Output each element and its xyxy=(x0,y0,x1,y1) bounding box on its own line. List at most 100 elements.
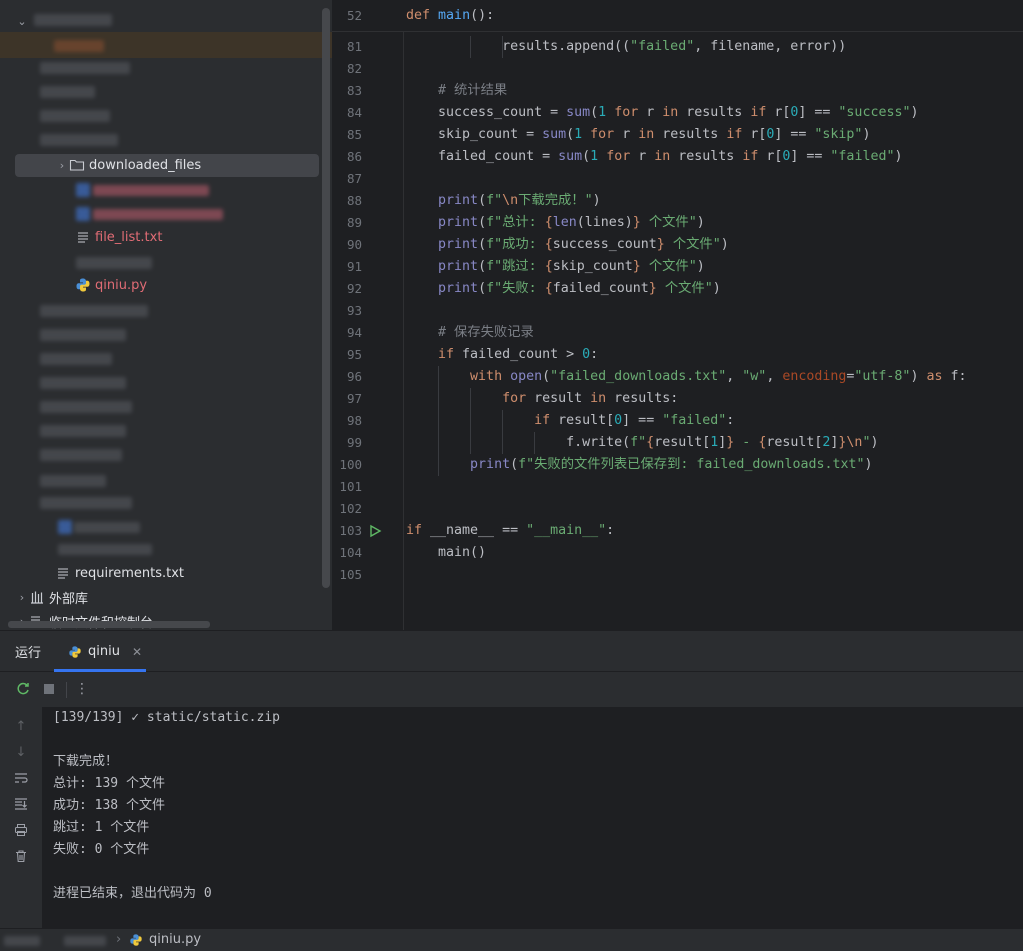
rerun-icon[interactable] xyxy=(15,681,31,697)
chevron-right-icon[interactable]: › xyxy=(55,159,69,172)
tab-qiniu[interactable]: qiniu ✕ xyxy=(68,631,142,672)
console-line: [139/139] ✓ static/static.zip xyxy=(53,710,280,725)
code-line: 103 if __name__ == "__main__": xyxy=(339,523,615,538)
run-toolbar: ⋮ xyxy=(0,673,1023,707)
console-output[interactable]: [139/139] ✓ static/static.zip 下载完成！ 总计: … xyxy=(42,707,1023,929)
arrow-up-icon[interactable]: ↑ xyxy=(13,718,29,734)
blurred-file-icon xyxy=(76,183,90,197)
more-options-icon[interactable]: ⋮ xyxy=(74,681,90,697)
blurred-item xyxy=(74,522,140,533)
stop-icon[interactable] xyxy=(41,681,57,697)
folder-icon xyxy=(69,157,85,173)
trash-icon[interactable] xyxy=(13,848,29,864)
code-line: 93 xyxy=(346,303,362,318)
scroll-to-end-icon[interactable] xyxy=(13,796,29,812)
tree-item-label: qiniu.py xyxy=(95,277,148,293)
blurred-item xyxy=(40,305,148,317)
tree-row-root[interactable]: ⌄ xyxy=(15,10,29,32)
chevron-right-icon[interactable]: › xyxy=(15,591,29,604)
console-line: 下载完成！ xyxy=(53,754,119,769)
code-line: 88 print(f"\n下载完成！") xyxy=(346,193,601,208)
console-line: 成功: 138 个文件 xyxy=(53,798,165,813)
code-line: 87 xyxy=(346,171,362,186)
project-tree-panel: ⌄ › downloaded_files file_list.txt qiniu… xyxy=(0,0,332,630)
blurred-item xyxy=(40,475,106,487)
tree-item-label: requirements.txt xyxy=(75,565,185,581)
code-line: 85 skip_count = sum(1 for r in results i… xyxy=(346,127,871,142)
blurred-breadcrumb xyxy=(4,936,40,946)
code-line: 105 xyxy=(339,567,362,582)
blurred-breadcrumb xyxy=(64,936,106,946)
code-line: 95 if failed_count > 0: xyxy=(346,347,599,362)
tab-run[interactable]: 运行 xyxy=(15,631,41,672)
code-line: 101 xyxy=(339,479,362,494)
code-line: 90 print(f"成功: {success_count} 个文件") xyxy=(346,237,729,252)
toolbar-separator xyxy=(66,682,67,698)
console-line: 跳过: 1 个文件 xyxy=(53,820,150,835)
blurred-item xyxy=(76,257,152,269)
close-icon[interactable]: ✕ xyxy=(132,645,142,659)
tree-item-requirements[interactable]: requirements.txt xyxy=(55,562,184,584)
blurred-item xyxy=(93,185,209,196)
blurred-item xyxy=(58,544,152,555)
code-line: 104 main() xyxy=(339,545,487,560)
tree-item-label: downloaded_files xyxy=(89,157,202,173)
status-bar: › qiniu.py xyxy=(0,928,1023,951)
code-line: 83 # 统计结果 xyxy=(346,83,508,98)
blurred-item xyxy=(34,14,112,26)
console-line: 总计: 139 个文件 xyxy=(53,776,165,791)
tab-label: qiniu xyxy=(88,644,120,659)
text-file-icon xyxy=(75,229,91,245)
code-line: 98 if result[0] == "failed": xyxy=(332,410,1023,432)
console-side-toolbar: ↑ ↓ xyxy=(0,707,42,929)
blurred-item xyxy=(40,377,126,389)
tree-item-external-libs[interactable]: › 外部库 xyxy=(15,586,88,608)
console-line: 失败: 0 个文件 xyxy=(53,842,150,857)
blurred-file-icon xyxy=(58,520,72,534)
code-line: 84 success_count = sum(1 for r in result… xyxy=(346,105,919,120)
blurred-item xyxy=(40,86,95,98)
arrow-down-icon[interactable]: ↓ xyxy=(13,744,29,760)
code-line: 102 xyxy=(339,501,362,516)
blurred-item xyxy=(93,209,223,220)
python-file-icon xyxy=(68,645,82,659)
blurred-item xyxy=(40,425,126,437)
run-tool-window: 运行 qiniu ✕ ⋮ ↑ ↓ [139/139] ✓ static/stat… xyxy=(0,630,1023,929)
tree-item-downloaded-files[interactable]: › downloaded_files xyxy=(55,154,201,176)
tree-horizontal-scrollbar[interactable] xyxy=(8,621,210,628)
code-line: 100 print(f"失败的文件列表已保存到: failed_download… xyxy=(332,454,1023,476)
chevron-down-icon[interactable]: ⌄ xyxy=(15,15,29,28)
tree-item-label: 外部库 xyxy=(49,591,89,607)
blurred-item xyxy=(40,134,118,146)
code-line: 94 # 保存失败记录 xyxy=(346,325,534,340)
breadcrumb-file[interactable]: qiniu.py xyxy=(129,932,201,947)
run-gutter-icon[interactable] xyxy=(368,524,382,538)
blurred-item xyxy=(40,353,112,365)
code-line: 89 print(f"总计: {len(lines)} 个文件") xyxy=(346,215,705,230)
code-line: 96 with open("failed_downloads.txt", "w"… xyxy=(332,366,1023,388)
breadcrumb-separator: › xyxy=(116,932,122,947)
code-line: 82 xyxy=(346,61,362,76)
text-file-icon xyxy=(55,565,71,581)
tree-item-file-list[interactable]: file_list.txt xyxy=(75,226,162,248)
sticky-line: 52 def main(): xyxy=(346,8,495,23)
code-line: 86 failed_count = sum(1 for r in results… xyxy=(346,149,903,164)
sticky-header[interactable]: 52 def main(): xyxy=(332,0,1023,32)
code-editor[interactable]: 81 results.append(("failed", filename, e… xyxy=(332,0,1023,630)
library-icon xyxy=(29,589,45,605)
code-line: 91 print(f"跳过: {skip_count} 个文件") xyxy=(346,259,705,274)
blurred-item xyxy=(40,110,110,122)
blurred-item xyxy=(40,497,132,509)
tree-item-label: file_list.txt xyxy=(95,229,163,245)
tree-vertical-scrollbar[interactable] xyxy=(322,8,330,588)
tree-item-qiniu[interactable]: qiniu.py xyxy=(75,274,147,296)
code-line: 97 for result in results: xyxy=(332,388,1023,410)
tree-row-highlight xyxy=(0,32,332,58)
python-file-icon xyxy=(129,933,143,947)
ide-window: ⌄ › downloaded_files file_list.txt qiniu… xyxy=(0,0,1023,951)
print-icon[interactable] xyxy=(13,822,29,838)
code-line: 81 results.append(("failed", filename, e… xyxy=(332,36,1023,58)
breadcrumb-label: qiniu.py xyxy=(149,932,202,947)
soft-wrap-icon[interactable] xyxy=(13,770,29,786)
blurred-item xyxy=(54,40,104,52)
